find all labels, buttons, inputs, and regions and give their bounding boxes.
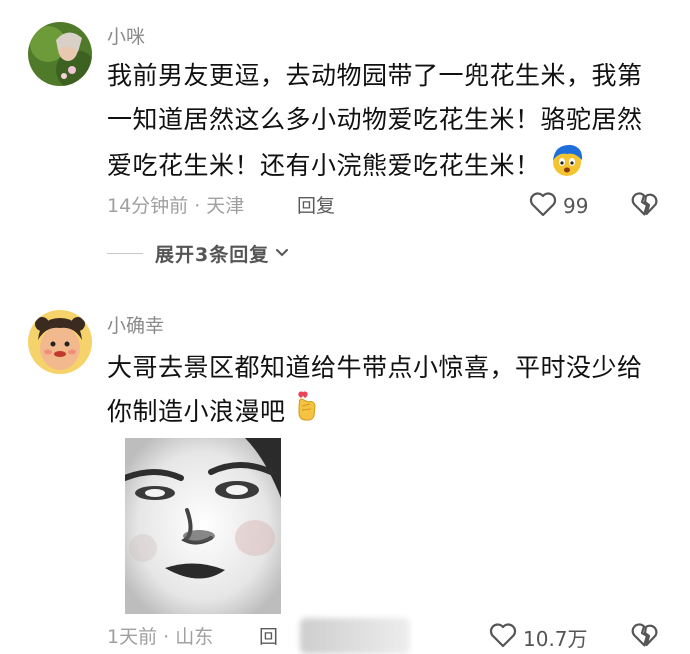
dislike-button[interactable] (630, 622, 660, 652)
comment-item: 小确幸 大哥去景区都知道给牛带点小惊喜，平时没少给 你制造小浪漫吧 1天前 · … (0, 0, 690, 654)
broken-heart-icon (631, 622, 659, 653)
like-button[interactable]: 10.7万 (489, 622, 588, 652)
timestamp-location: 1天前 · 山东 (107, 626, 214, 648)
avatar[interactable] (28, 310, 92, 374)
username[interactable]: 小确幸 (107, 313, 164, 339)
reply-button[interactable]: 回 (259, 622, 278, 652)
watermark-blur (300, 618, 410, 654)
like-count: 10.7万 (523, 626, 588, 651)
comment-line: 你制造小浪漫吧 (107, 390, 667, 436)
finger-heart-emoji-icon (294, 390, 320, 436)
comment-line: 大哥去景区都知道给牛带点小惊喜，平时没少给 (107, 353, 643, 382)
sticker-image[interactable] (125, 438, 281, 614)
heart-outline-icon (489, 622, 517, 653)
comment-text: 大哥去景区都知道给牛带点小惊喜，平时没少给 你制造小浪漫吧 (107, 346, 667, 436)
comment-line-text: 你制造小浪漫吧 (107, 397, 286, 426)
